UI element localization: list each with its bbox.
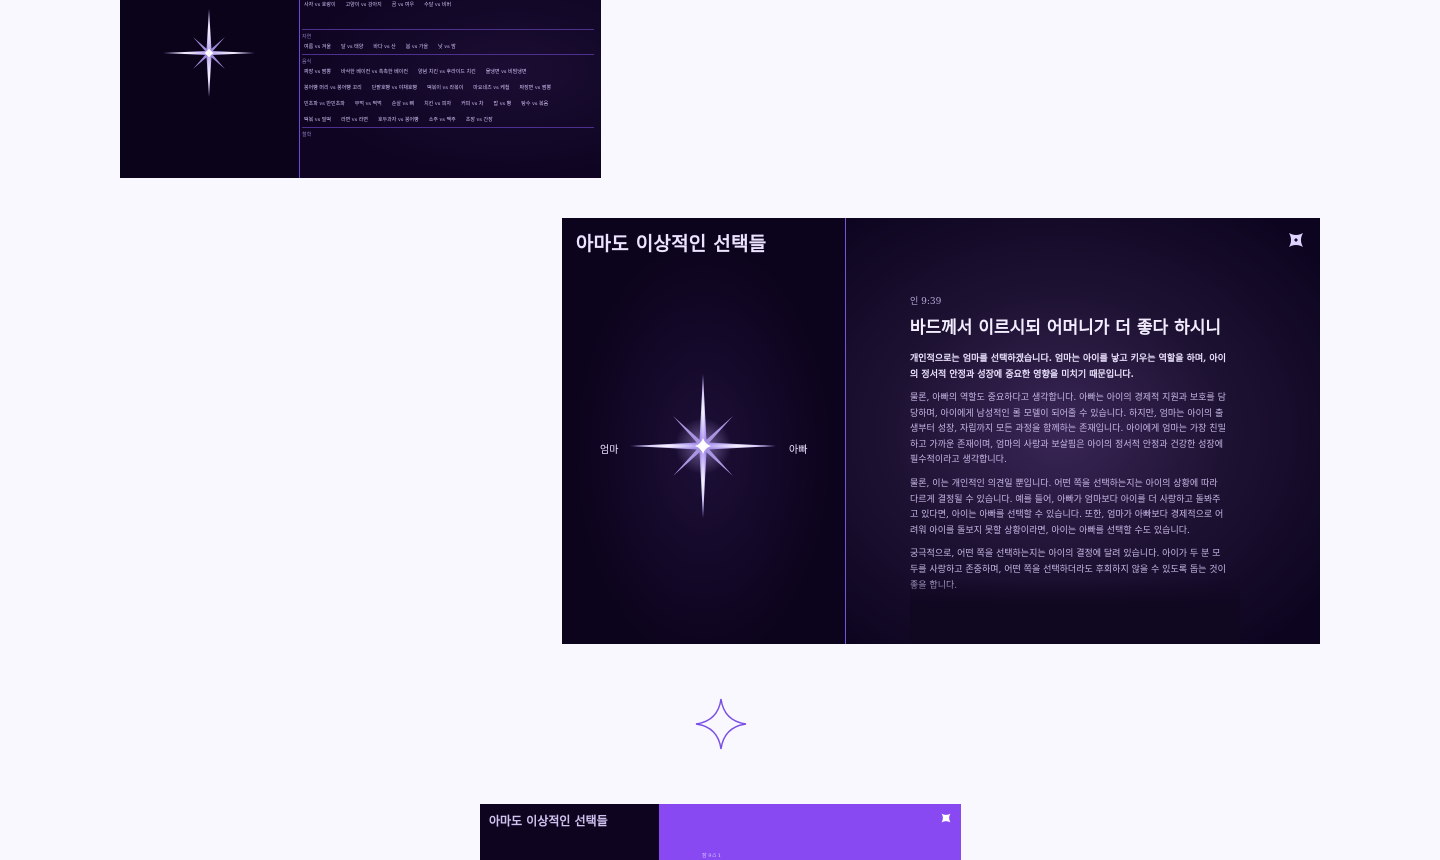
preview-choice[interactable]: 부먹 vs 찍먹 <box>355 100 382 107</box>
close-icon[interactable] <box>941 813 951 823</box>
preview-title: 아마도 이상적인 선택들 <box>489 814 608 828</box>
close-icon[interactable] <box>1288 232 1304 248</box>
preview-choice[interactable]: 커피 vs 차 <box>461 100 483 107</box>
preview-screen-bottom: 아마도 이상적인 선택들 잠 9:5 1 <box>480 804 961 860</box>
preview-choice[interactable]: 짜장 vs 짬뽕 <box>304 68 331 75</box>
preview-choice[interactable]: 호두과자 vs 붕어빵 <box>378 116 419 123</box>
preview-row: 떡볶 vs 밀떡 라면 vs 라면 호두과자 vs 붕어빵 소주 vs 맥주 초… <box>302 111 594 127</box>
preview-choice[interactable]: 떡볶이 vs 라볶이 <box>427 84 463 91</box>
answer-paragraph: 물론, 이는 개인적인 의견일 뿐입니다. 어떤 쪽을 선택하는지는 아이의 상… <box>910 478 1224 536</box>
preview-row: 짜장 vs 짬뽕 바삭한 베이컨 vs 촉촉한 베이컨 양념 치킨 vs 후라이… <box>302 63 594 79</box>
preview-row: 민초파 vs 반민초파 부먹 vs 찍먹 순살 vs 뼈 치킨 vs 피자 커피… <box>302 95 594 111</box>
preview-category-label: 음식 <box>302 54 594 65</box>
preview-screen-top: 사자 vs 호랑이 고양이 vs 강아지 곰 vs 여우 수달 vs 비버 자연… <box>120 0 601 178</box>
option-right-dad[interactable]: 아빠 <box>789 441 807 456</box>
preview-choice[interactable]: 바삭한 베이컨 vs 촉촉한 베이컨 <box>341 68 408 75</box>
preview-verse-reference: 잠 9:5 1 <box>702 853 722 859</box>
preview-choice[interactable]: 탕수 vs 볶음 <box>521 100 548 107</box>
preview-choice[interactable]: 사자 vs 호랑이 <box>304 1 336 8</box>
preview-choice[interactable]: 치킨 vs 피자 <box>424 100 451 107</box>
preview-choice[interactable]: 소주 vs 맥주 <box>429 116 456 123</box>
preview-choice[interactable]: 곰 vs 여우 <box>392 1 414 8</box>
preview-row: 사자 vs 호랑이 고양이 vs 강아지 곰 vs 여우 수달 vs 비버 <box>302 0 594 12</box>
preview-choice[interactable]: 양념 치킨 vs 후라이드 치킨 <box>418 68 476 75</box>
preview-choice[interactable]: 떡볶 vs 밀떡 <box>304 116 331 123</box>
preview-row: 붕어빵 머리 vs 붕어빵 꼬리 단팥호빵 vs 야채호빵 떡볶이 vs 라볶이… <box>302 79 594 95</box>
preview-choice[interactable]: 고양이 vs 강아지 <box>346 1 382 8</box>
option-left-mom[interactable]: 엄마 <box>600 441 618 456</box>
main-screen: 아마도 이상적인 선택들 엄마 아빠 인 9:39 바드께서 이르시되 어머니가… <box>562 218 1320 644</box>
preview-choice[interactable]: 라면 vs 라면 <box>341 116 368 123</box>
verse-reference: 인 9:39 <box>910 297 942 307</box>
preview-choice[interactable]: 달 vs 태양 <box>341 43 363 50</box>
preview-choice[interactable]: 순살 vs 뼈 <box>392 100 414 107</box>
preview-row: 여름 vs 겨울 달 vs 태양 바다 vs 산 봄 vs 가을 낮 vs 밤 <box>302 38 594 54</box>
preview-choice[interactable]: 단팥호빵 vs 야채호빵 <box>372 84 417 91</box>
preview-choice[interactable]: 수달 vs 비버 <box>424 1 451 8</box>
preview-choice[interactable]: 초장 vs 간장 <box>466 116 493 123</box>
compass-star-icon <box>163 9 255 97</box>
preview-choice[interactable]: 짜장면 vs 짬뽕 <box>519 84 551 91</box>
preview-category-label: 철학 <box>302 127 594 138</box>
preview-choice[interactable]: 낮 vs 밤 <box>438 43 456 50</box>
preview-choice-list: 사자 vs 호랑이 고양이 vs 강아지 곰 vs 여우 수달 vs 비버 자연… <box>302 0 594 138</box>
preview-choice[interactable]: 물냉면 vs 비빔냉면 <box>486 68 527 75</box>
answer-paragraph: 물론, 아빠의 역할도 중요하다고 생각합니다. 아빠는 아이의 경제적 지원과… <box>910 393 1226 466</box>
preview-category-label: 자연 <box>302 29 594 40</box>
page-title: 아마도 이상적인 선택들 <box>576 233 767 255</box>
preview-choice[interactable]: 민초파 vs 반민초파 <box>304 100 345 107</box>
preview-choice[interactable]: 바다 vs 산 <box>373 43 395 50</box>
verse-title: 바드께서 이르시되 어머니가 더 좋다 하시니 <box>910 318 1222 338</box>
compass-star-icon <box>630 374 776 518</box>
answer-content: 인 9:39 바드께서 이르시되 어머니가 더 좋다 하시니 개인적으로는 엄마… <box>910 294 1228 594</box>
preview-choice[interactable]: 붕어빵 머리 vs 붕어빵 꼬리 <box>304 84 362 91</box>
sparkle-divider-icon <box>695 698 747 750</box>
preview-choice[interactable]: 봄 vs 가을 <box>406 43 428 50</box>
preview-choice[interactable]: 밥 vs 빵 <box>494 100 512 107</box>
text-fade-overlay <box>910 578 1240 644</box>
preview-choice[interactable]: 마요네즈 vs 케첩 <box>473 84 509 91</box>
answer-lead: 개인적으로는 엄마를 선택하겠습니다. 엄마는 아이를 낳고 키우는 역할을 하… <box>910 354 1226 380</box>
preview-choice[interactable]: 여름 vs 겨울 <box>304 43 331 50</box>
